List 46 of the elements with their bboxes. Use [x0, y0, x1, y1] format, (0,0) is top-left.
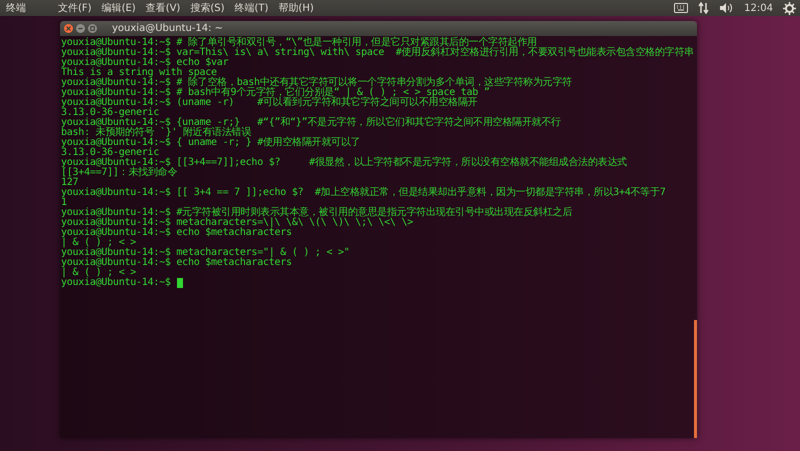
menu-item[interactable]: 查看(V) [146, 1, 180, 15]
terminal-line: youxia@Ubuntu-14:~$ var=This\ is\ a\ string\ with\ space #使用反斜杠对空格进行引用，不要双引号也能表示包含空格的字符串 [61, 48, 694, 58]
menu-item[interactable]: 编辑(E) [102, 1, 136, 15]
close-button[interactable] [64, 24, 73, 33]
terminal-line: 127 [61, 178, 78, 188]
terminal-line: youxia@Ubuntu-14:~$ echo $metacharacters [61, 228, 293, 238]
settings-icon[interactable] [783, 2, 796, 14]
terminal-line: youxia@Ubuntu-14:~$ {uname -r;} #“{”和“}”不是元字符，所以它们和其它字符之间不用空格隔开就不行 [61, 118, 562, 128]
minimize-button[interactable] [76, 24, 85, 33]
clock[interactable]: 12:04 [744, 2, 773, 14]
scrollbar-thumb[interactable] [694, 320, 697, 438]
terminal-line: youxia@Ubuntu-14:~$ { uname -r; } #使用空格隔开就可以了 [61, 138, 362, 148]
terminal-line: 3.13.0-36-generic [61, 148, 160, 158]
terminal-line: youxia@Ubuntu-14:~$ #元字符被引用时则表示其本意，被引用的意思是指元字符出现在引号中或出现在反斜杠之后 [61, 208, 574, 218]
terminal-prompt: youxia@Ubuntu-14:~$ [61, 278, 171, 288]
menu-item[interactable]: 帮助(H) [278, 1, 314, 15]
terminal-line: youxia@Ubuntu-14:~$ [[3+4==7]];echo $? #很显然，以上字符都不是元字符，所以没有空格就不能组成合法的表达式 [61, 158, 628, 168]
terminal-line: [[3+4==7]]：未找到命令 [61, 168, 178, 178]
volume-icon[interactable] [719, 2, 734, 14]
minimize-icon [78, 26, 83, 31]
terminal-line: youxia@Ubuntu-14:~$ # 除了单引号和双引号，“\”也是一种引用，但是它只对紧跟其后的一个字符起作用 [61, 38, 537, 48]
terminal-line: | & ( ) ; < > [61, 268, 136, 278]
terminal-line: youxia@Ubuntu-14:~$ metacharacters=\|\ \&\ \(\ \)\ \;\ \<\ \> [61, 218, 414, 228]
menu-item[interactable]: 终端(T) [234, 1, 268, 15]
network-arrows-icon[interactable] [698, 2, 710, 14]
close-icon [66, 26, 71, 31]
maximize-icon [90, 26, 95, 31]
terminal-line: bash: 未预期的符号 `}' 附近有语法错误 [61, 128, 252, 138]
terminal-line: youxia@Ubuntu-14:~$ metacharacters="| & ( ) ; < >" [61, 248, 351, 258]
terminal-line: youxia@Ubuntu-14:~$ (uname -r) #可以看到元字符和其它字符之间可以不用空格隔开 [61, 98, 478, 108]
maximize-button[interactable] [88, 24, 97, 33]
terminal-line: 1 [61, 198, 67, 208]
terminal-line: youxia@Ubuntu-14:~$ [[ 3+4 == 7 ]];echo $? #加上空格就正常，但是结果却出乎意料，因为一切都是字符串，所以3+4不等于7 [61, 188, 667, 198]
window-title: youxia@Ubuntu-14: ~ [112, 23, 224, 34]
text-cursor [176, 278, 183, 288]
keyboard-icon[interactable] [674, 3, 688, 13]
app-name: 终端 [6, 2, 26, 15]
terminal-line: youxia@Ubuntu-14:~$ echo $metacharacters [61, 258, 293, 268]
terminal-line: youxia@Ubuntu-14:~$ echo $var [61, 58, 230, 68]
menu-item[interactable]: 文件(F) [58, 1, 92, 15]
terminal-line: This is a string with space [61, 68, 217, 78]
terminal-line: 3.13.0-36-generic [61, 108, 160, 118]
menu-item[interactable]: 搜索(S) [190, 1, 224, 15]
terminal-line: youxia@Ubuntu-14:~$ # bash中有9个元字符，它们分别是“ | & ( ) ; < > space tab ” [61, 88, 491, 98]
terminal-line: | & ( ) ; < > [61, 238, 136, 248]
terminal-line: youxia@Ubuntu-14:~$ # 除了空格，bash中还有其它字符可以将一个字符串分割为多个单词，这些字符称为元字符 [61, 78, 573, 88]
